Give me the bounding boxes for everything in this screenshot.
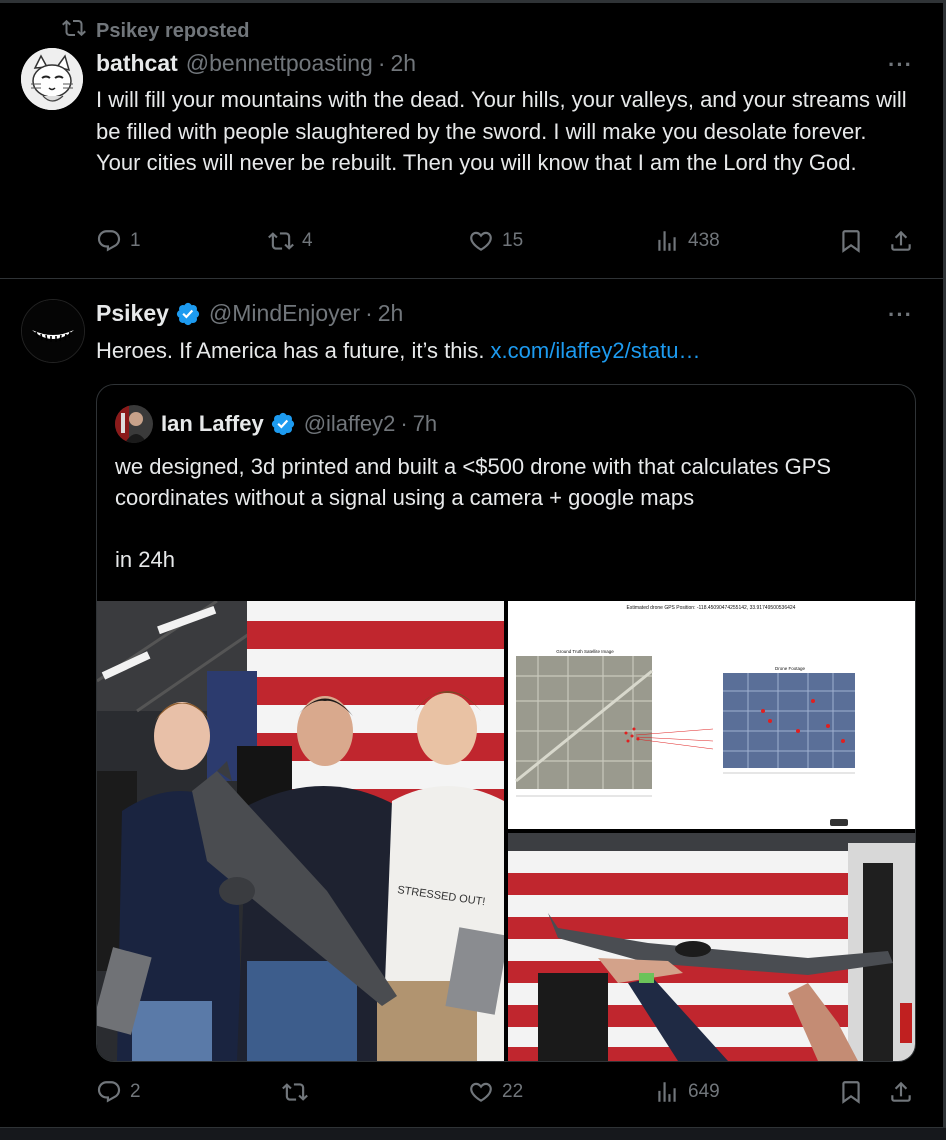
plot-title: Estimated drone GPS Position: -118.45090…: [627, 605, 796, 611]
repost-icon: [62, 16, 86, 46]
quote-timestamp[interactable]: 7h: [413, 411, 437, 437]
separator-dot: ·: [377, 50, 386, 76]
like-button[interactable]: 22: [468, 1079, 523, 1105]
author-handle[interactable]: @bennettpoasting: [186, 50, 373, 77]
tweet-bathcat[interactable]: Psikey reposted bathcat @bennettpoasting…: [0, 4, 943, 279]
top-border: [0, 0, 946, 3]
photo-team-with-drone[interactable]: STRESSED OUT!: [97, 601, 504, 1061]
views-button[interactable]: 649: [654, 1079, 720, 1105]
verified-badge-icon: [270, 411, 296, 437]
quote-header: Ian Laffey @ilaffey2 · 7h: [161, 405, 437, 443]
like-count: 22: [502, 1081, 524, 1102]
reply-button[interactable]: 2: [96, 1079, 141, 1105]
bottom-border: [0, 1127, 946, 1140]
share-button[interactable]: [888, 1079, 914, 1105]
repost-indicator: Psikey reposted: [62, 16, 249, 46]
separator-dot: ·: [365, 300, 373, 326]
share-icon: [891, 1081, 911, 1102]
photo-drone-in-hand[interactable]: [508, 833, 915, 1061]
tweet-header: bathcat @bennettpoasting · 2h: [96, 50, 416, 77]
repost-label[interactable]: Psikey reposted: [96, 20, 249, 43]
quote-author-handle[interactable]: @ilaffey2: [304, 411, 396, 437]
bookmark-button[interactable]: [838, 1079, 864, 1105]
quote-text-line1: we designed, 3d printed and built a <$50…: [115, 454, 832, 510]
separator-dot: ·: [400, 411, 408, 436]
quote-text: we designed, 3d printed and built a <$50…: [115, 451, 895, 575]
tweet-text: I will fill your mountains with the dead…: [96, 87, 907, 175]
quoted-link[interactable]: x.com/ilaffey2/statu…: [491, 338, 701, 363]
author-name[interactable]: Psikey: [96, 300, 169, 327]
like-count: 15: [502, 230, 524, 251]
repost-icon: [282, 1083, 308, 1101]
avatar-bathcat[interactable]: [21, 48, 83, 110]
more-options-icon[interactable]: ···: [888, 302, 913, 328]
share-icon: [891, 230, 911, 251]
avatar-ian-laffey[interactable]: [115, 405, 153, 443]
repost-button[interactable]: [282, 1079, 316, 1105]
analytics-icon: [658, 1082, 676, 1102]
view-count: 649: [688, 1081, 720, 1102]
author-handle[interactable]: @MindEnjoyer: [209, 300, 360, 327]
bookmark-button[interactable]: [838, 228, 864, 254]
reply-count: 2: [130, 1081, 141, 1102]
tweet-header: Psikey @MindEnjoyer · 2h: [96, 300, 403, 327]
reply-icon: [97, 230, 121, 252]
cat-avatar-icon: [21, 48, 83, 110]
bookmark-icon: [842, 230, 860, 253]
avatar-psikey[interactable]: [21, 299, 85, 363]
quote-tweet-card[interactable]: Ian Laffey @ilaffey2 · 7h we designed, 3…: [96, 384, 916, 1062]
plot-left-title: Ground Truth Satellite Image: [556, 649, 614, 654]
quote-author-name[interactable]: Ian Laffey: [161, 411, 264, 437]
share-button[interactable]: [888, 228, 914, 254]
repost-button[interactable]: 4: [268, 228, 313, 254]
analytics-icon: [658, 231, 676, 251]
author-name[interactable]: bathcat: [96, 50, 178, 77]
tweet-psikey[interactable]: Psikey @MindEnjoyer · 2h ··· Heroes. If …: [0, 279, 943, 1126]
view-count: 438: [688, 230, 720, 251]
heart-icon: [470, 1082, 492, 1102]
grin-avatar-icon: [22, 300, 84, 362]
person-avatar-icon: [115, 405, 153, 443]
repost-icon: [268, 232, 294, 250]
tweet-text-content: Heroes. If America has a future, it’s th…: [96, 338, 491, 363]
plot-right-title: Drone Footage: [775, 666, 806, 671]
media-grid: STRESSED OUT! Estimated drone GPS Positi…: [97, 601, 915, 1061]
views-button[interactable]: 438: [654, 228, 720, 254]
action-bar: 1 4 15 438: [96, 228, 916, 262]
heart-icon: [470, 231, 492, 251]
reply-button[interactable]: 1: [96, 228, 141, 254]
verified-badge-icon: [175, 301, 201, 327]
repost-count: 4: [302, 230, 313, 251]
action-bar: 2 22 649: [96, 1079, 916, 1113]
reply-count: 1: [130, 230, 141, 251]
like-button[interactable]: 15: [468, 228, 523, 254]
more-options-icon[interactable]: ···: [888, 52, 913, 78]
reply-icon: [97, 1081, 121, 1103]
tweet-text: Heroes. If America has a future, it’s th…: [96, 335, 916, 367]
timestamp[interactable]: 2h: [391, 50, 417, 77]
bookmark-icon: [842, 1081, 860, 1104]
quote-text-line2: in 24h: [115, 547, 175, 572]
timestamp[interactable]: 2h: [378, 300, 404, 327]
image-gps-plot[interactable]: Estimated drone GPS Position: -118.45090…: [508, 601, 915, 829]
